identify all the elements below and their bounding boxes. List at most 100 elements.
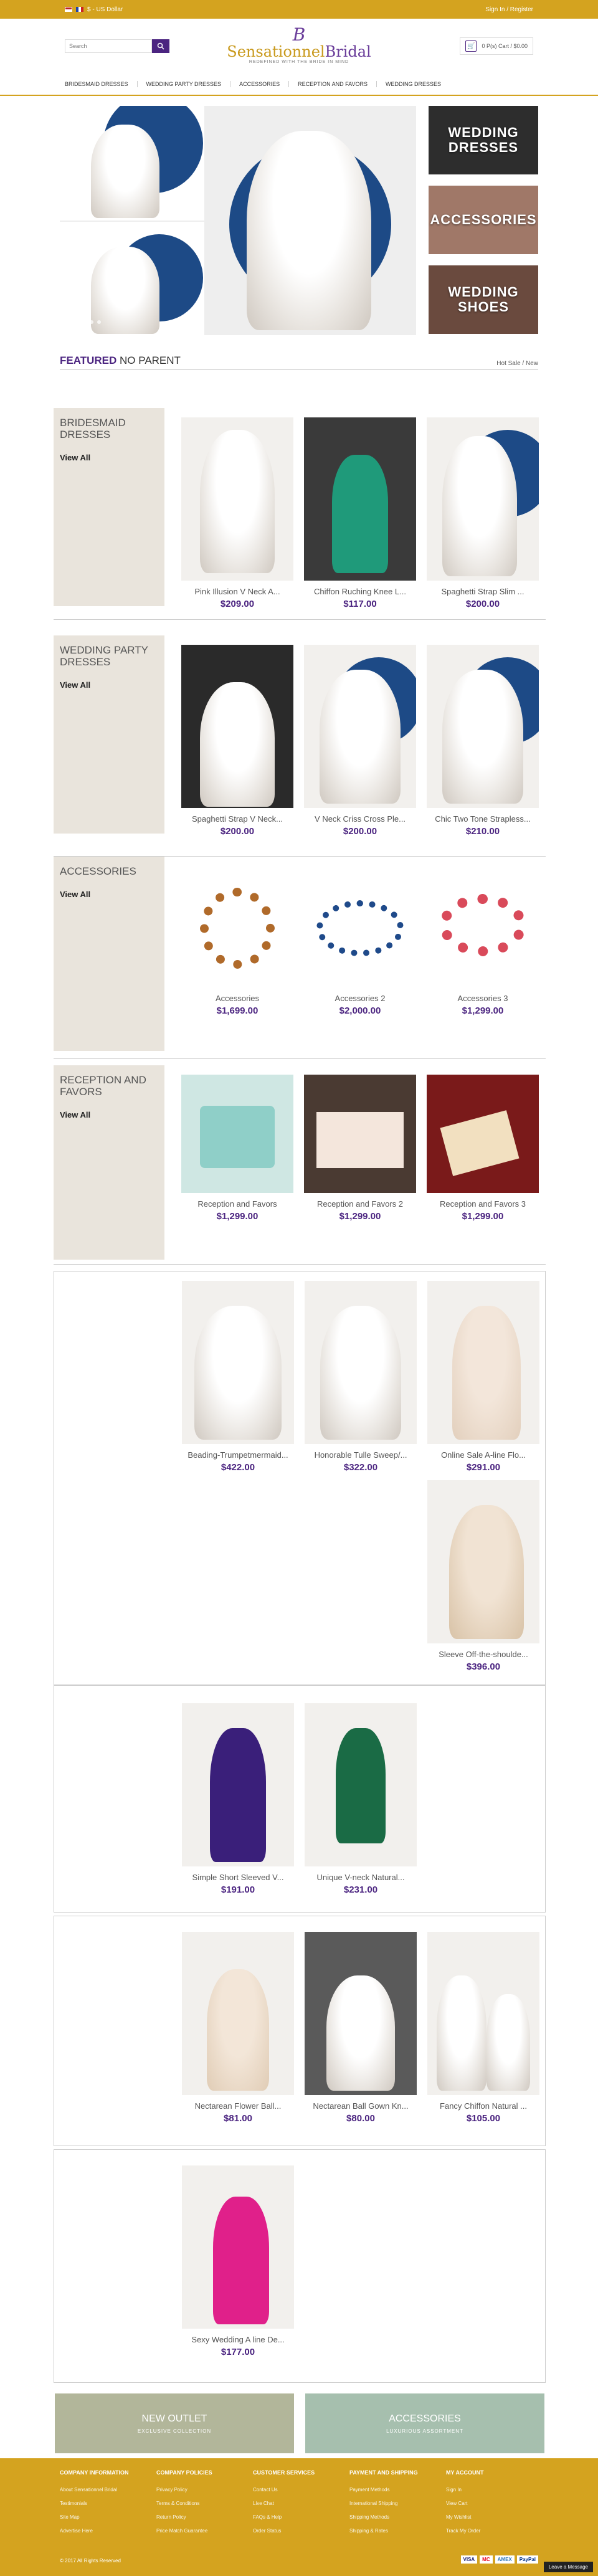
hero-slider[interactable] bbox=[60, 106, 416, 335]
amex-icon: AMEX bbox=[495, 2555, 515, 2564]
cart-icon: 🛒 bbox=[465, 40, 477, 52]
footer-link[interactable]: Shipping Methods bbox=[349, 2511, 443, 2524]
currency-selector[interactable]: $ - US Dollar bbox=[87, 6, 123, 13]
nav-item-bridesmaid[interactable]: BRIDESMAID DRESSES bbox=[65, 81, 128, 87]
footer-link[interactable]: Terms & Conditions bbox=[156, 2497, 250, 2511]
category-panel[interactable]: WEDDING PARTY DRESSES View All bbox=[54, 635, 164, 834]
product-card[interactable]: Reception and Favors 3 $1,299.00 bbox=[427, 1075, 539, 1222]
footer-col-customer: CUSTOMER SERVICES Contact Us Live Chat FAQs… bbox=[253, 2469, 346, 2538]
product-card[interactable]: Honorable Tulle Sweep/... $322.00 bbox=[305, 1281, 417, 1473]
footer-link[interactable]: Privacy Policy bbox=[156, 2483, 250, 2497]
logo-name-a: Sensationnel bbox=[227, 43, 325, 60]
product-card[interactable]: Accessories $1,699.00 bbox=[181, 869, 293, 1016]
category-panel[interactable]: RECEPTION AND FAVORS View All bbox=[54, 1065, 164, 1260]
footer-link[interactable]: Track My Order bbox=[446, 2524, 539, 2538]
top-bar: $ - US Dollar Sign In / Register bbox=[0, 0, 598, 19]
product-card[interactable]: Sexy Wedding A line De... $177.00 bbox=[182, 2165, 294, 2357]
featured-header: FEATURED NO PARENT Hot Sale / New bbox=[60, 351, 538, 370]
paypal-icon: PayPal bbox=[516, 2555, 538, 2564]
product-card[interactable]: Accessories 3 $1,299.00 bbox=[427, 869, 539, 1016]
footer-link[interactable]: Price Match Guarantee bbox=[156, 2524, 250, 2538]
product-card[interactable]: Pink Illusion V Neck A... $209.00 bbox=[181, 417, 293, 609]
product-card[interactable]: Beading-Trumpetmermaid... $422.00 bbox=[182, 1281, 294, 1473]
product-card[interactable]: Fancy Chiffon Natural ... $105.00 bbox=[427, 1932, 539, 2124]
footer-link[interactable]: International Shipping bbox=[349, 2497, 443, 2511]
site-logo[interactable]: B SensationnelBridal REDEFINED WITH THE … bbox=[224, 26, 374, 65]
product-card[interactable]: Nectarean Flower Ball... $81.00 bbox=[182, 1932, 294, 2124]
product-group: Sexy Wedding A line De... $177.00 bbox=[54, 2149, 546, 2383]
product-card[interactable]: V Neck Criss Cross Ple... $200.00 bbox=[304, 645, 416, 837]
footer-link[interactable]: Shipping & Rates bbox=[349, 2524, 443, 2538]
view-all-link[interactable]: View All bbox=[60, 890, 158, 899]
featured-tabs[interactable]: Hot Sale / New bbox=[496, 360, 538, 367]
live-chat-button[interactable]: Leave a Message bbox=[543, 2562, 593, 2572]
footer-link[interactable]: About Sensationnel Bridal bbox=[60, 2483, 153, 2497]
product-card[interactable]: Chic Two Tone Strapless... $210.00 bbox=[427, 645, 539, 837]
product-group: Simple Short Sleeved V... $191.00 Unique … bbox=[54, 1685, 546, 1913]
product-card[interactable]: Online Sale A-line Flo... $291.00 bbox=[427, 1281, 539, 1473]
header: B SensationnelBridal REDEFINED WITH THE … bbox=[0, 19, 598, 74]
nav-item-accessories[interactable]: ACCESSORIES bbox=[239, 81, 280, 87]
hero: WEDDING DRESSES ACCESSORIES WEDDING SHOE… bbox=[60, 106, 541, 335]
category-panel[interactable]: BRIDESMAID DRESSES View All bbox=[54, 408, 164, 606]
product-group: Nectarean Flower Ball... $81.00 Nectarean… bbox=[54, 1916, 546, 2146]
search-icon bbox=[157, 42, 164, 50]
footer-link[interactable]: Order Status bbox=[253, 2524, 346, 2538]
search-input[interactable] bbox=[65, 39, 152, 53]
nav-item-reception[interactable]: RECEPTION AND FAVORS bbox=[298, 81, 368, 87]
product-card[interactable]: Reception and Favors 2 $1,299.00 bbox=[304, 1075, 416, 1222]
product-card[interactable]: Nectarean Ball Gown Kn... $80.00 bbox=[305, 1932, 417, 2124]
banner-accessories[interactable]: ACCESSORIES LUXURIOUS ASSORTMENT bbox=[305, 2393, 544, 2453]
copyright: © 2017 All Rights Reserved bbox=[60, 2558, 121, 2564]
product-card[interactable]: Accessories 2 $2,000.00 bbox=[304, 869, 416, 1016]
section-accessories: ACCESSORIES View All Accessories $1,699.0… bbox=[54, 857, 546, 1059]
footer: COMPANY INFORMATION About Sensationnel Br… bbox=[0, 2458, 598, 2576]
product-card[interactable]: Spaghetti Strap Slim ... $200.00 bbox=[427, 417, 539, 609]
product-card[interactable]: Spaghetti Strap V Neck... $200.00 bbox=[181, 645, 293, 837]
nav-item-wedding-party[interactable]: WEDDING PARTY DRESSES bbox=[146, 81, 222, 87]
cart-summary: 0 P(s) Cart / $0.00 bbox=[482, 43, 528, 49]
search-form bbox=[65, 39, 169, 53]
view-all-link[interactable]: View All bbox=[60, 1110, 158, 1119]
footer-link[interactable]: FAQs & Help bbox=[253, 2511, 346, 2524]
featured-title: FEATURED NO PARENT bbox=[60, 354, 181, 366]
product-card[interactable]: Unique V-neck Natural... $231.00 bbox=[305, 1703, 417, 1895]
footer-col-payment: PAYMENT AND SHIPPING Payment Methods Inter… bbox=[349, 2469, 443, 2538]
slider-dots[interactable] bbox=[82, 320, 101, 324]
main-nav: BRIDESMAID DRESSES WEDDING PARTY DRESSES… bbox=[0, 74, 598, 96]
logo-name-b: Bridal bbox=[325, 43, 371, 60]
banner-new-outlet[interactable]: NEW OUTLET EXCLUSIVE COLLECTION bbox=[55, 2393, 294, 2453]
category-panel[interactable]: ACCESSORIES View All bbox=[54, 857, 164, 1051]
footer-link[interactable]: Live Chat bbox=[253, 2497, 346, 2511]
footer-link[interactable]: View Cart bbox=[446, 2497, 539, 2511]
footer-link[interactable]: Site Map bbox=[60, 2511, 153, 2524]
fr-flag-icon[interactable] bbox=[76, 7, 83, 12]
nav-item-wedding-dresses[interactable]: WEDDING DRESSES bbox=[386, 81, 441, 87]
section-bridesmaid: BRIDESMAID DRESSES View All Pink Illusio… bbox=[54, 408, 546, 620]
view-all-link[interactable]: View All bbox=[60, 680, 158, 690]
footer-link[interactable]: Testimonials bbox=[60, 2497, 153, 2511]
footer-link[interactable]: Sign In bbox=[446, 2483, 539, 2497]
logo-tagline: REDEFINED WITH THE BRIDE IN MIND bbox=[249, 60, 349, 64]
product-card[interactable]: Sleeve Off-the-shoulde... $396.00 bbox=[427, 1480, 539, 1672]
us-flag-icon[interactable] bbox=[65, 7, 72, 12]
footer-link[interactable]: Return Policy bbox=[156, 2511, 250, 2524]
footer-link[interactable]: Contact Us bbox=[253, 2483, 346, 2497]
cart-button[interactable]: 🛒 0 P(s) Cart / $0.00 bbox=[460, 37, 533, 55]
product-card[interactable]: Simple Short Sleeved V... $191.00 bbox=[182, 1703, 294, 1895]
footer-col-account: MY ACCOUNT Sign In View Cart My Wishlist Tra… bbox=[446, 2469, 539, 2538]
promo-accessories[interactable]: ACCESSORIES bbox=[429, 186, 538, 254]
view-all-link[interactable]: View All bbox=[60, 453, 158, 462]
search-button[interactable] bbox=[152, 39, 169, 53]
promo-wedding-dresses[interactable]: WEDDING DRESSES bbox=[429, 106, 538, 174]
footer-link[interactable]: Advertise Here bbox=[60, 2524, 153, 2538]
promo-wedding-shoes[interactable]: WEDDING SHOES bbox=[429, 265, 538, 334]
product-card[interactable]: Reception and Favors $1,299.00 bbox=[181, 1075, 293, 1222]
product-card[interactable]: Chiffon Ruching Knee L... $117.00 bbox=[304, 417, 416, 609]
account-link[interactable]: Sign In / Register bbox=[485, 6, 533, 13]
product-group: Beading-Trumpetmermaid... $422.00 Honorab… bbox=[54, 1271, 546, 1685]
visa-icon: VISA bbox=[460, 2555, 478, 2564]
footer-link[interactable]: Payment Methods bbox=[349, 2483, 443, 2497]
section-reception: RECEPTION AND FAVORS View All Reception … bbox=[54, 1065, 546, 1265]
footer-link[interactable]: My Wishlist bbox=[446, 2511, 539, 2524]
